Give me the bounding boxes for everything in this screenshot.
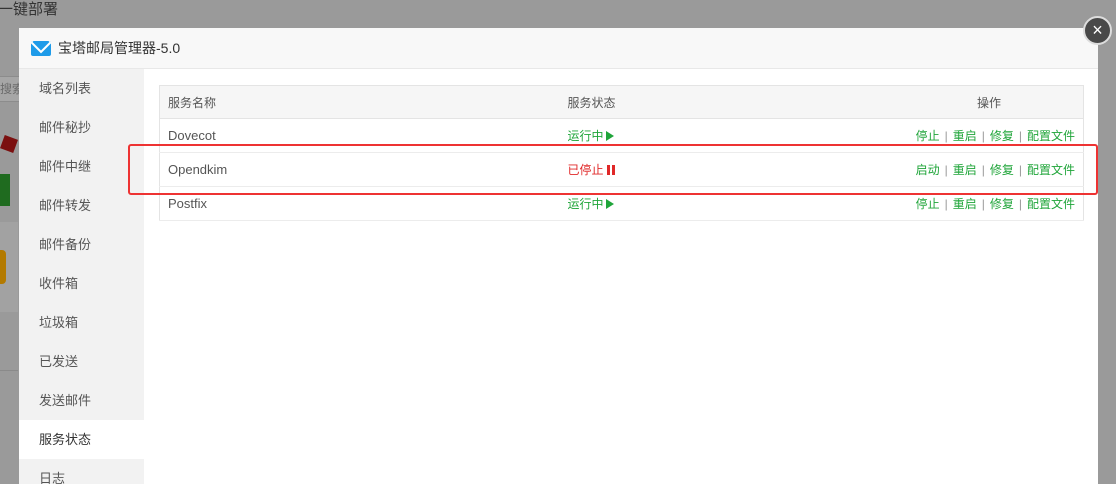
table-row: Dovecot 运行中 停止 | 重启 | 修复 | 配置文件 [159,118,1084,153]
restart-link[interactable]: 重启 [953,163,977,177]
table-row: Opendkim 已停止 启动 | 重启 | 修复 | 配置文件 [159,152,1084,187]
ops-cell: 启动 | 重启 | 修复 | 配置文件 [859,152,1084,187]
separator: | [1018,129,1022,143]
mail-icon [31,40,51,56]
cube-icon [0,135,18,153]
separator: | [1018,163,1022,177]
ops-cell: 停止 | 重启 | 修复 | 配置文件 [859,118,1084,153]
restart-link[interactable]: 重启 [953,197,977,211]
modal-title: 宝塔邮局管理器-5.0 [58,40,181,56]
restart-link[interactable]: 重启 [953,129,977,143]
sidebar-item-mail-forward[interactable]: 邮件转发 [19,186,144,225]
sidebar: 域名列表 邮件秘抄 邮件中继 邮件转发 邮件备份 收件箱 垃圾箱 已发送 发送邮… [19,69,144,484]
service-table: 服务名称 服务状态 操作 Dovecot 运行中 停止 | 重启 | 修复 | 配置文件 O… [159,85,1084,221]
start-link[interactable]: 启动 [916,163,940,177]
pause-icon [606,165,615,175]
separator: | [944,163,948,177]
close-icon[interactable]: × [1083,16,1112,45]
background-green-button [0,174,10,206]
background-divider [0,370,18,371]
service-status-cell: 运行中 [559,118,860,153]
status-stopped: 已停止 [567,163,604,177]
play-icon [605,131,614,141]
config-file-link[interactable]: 配置文件 [1027,197,1075,211]
status-running: 运行中 [567,129,604,143]
config-file-link[interactable]: 配置文件 [1027,163,1075,177]
sidebar-item-mail-backup[interactable]: 邮件备份 [19,225,144,264]
repair-link[interactable]: 修复 [990,129,1014,143]
sidebar-item-mail-bcc[interactable]: 邮件秘抄 [19,108,144,147]
background-title: 一键部署 [0,1,59,18]
service-name: Postfix [159,186,560,221]
sidebar-item-service-status[interactable]: 服务状态 [19,420,144,459]
stop-link[interactable]: 停止 [916,129,940,143]
repair-link[interactable]: 修复 [990,197,1014,211]
table-row: Postfix 运行中 停止 | 重启 | 修复 | 配置文件 [159,186,1084,221]
repair-link[interactable]: 修复 [990,163,1014,177]
column-header-name: 服务名称 [159,85,560,119]
table-header-row: 服务名称 服务状态 操作 [159,85,1084,119]
sidebar-item-logs[interactable]: 日志 [19,459,144,484]
separator: | [981,163,985,177]
separator: | [944,197,948,211]
service-status-cell: 运行中 [559,186,860,221]
sidebar-item-spam[interactable]: 垃圾箱 [19,303,144,342]
mail-manager-modal: 宝塔邮局管理器-5.0 域名列表 邮件秘抄 邮件中继 邮件转发 邮件备份 收件箱… [19,28,1098,484]
separator: | [1018,197,1022,211]
separator: | [981,129,985,143]
sidebar-item-inbox[interactable]: 收件箱 [19,264,144,303]
service-status-cell: 已停止 [559,152,860,187]
service-name: Opendkim [159,152,560,187]
service-name: Dovecot [159,118,560,153]
sidebar-item-send-mail[interactable]: 发送邮件 [19,381,144,420]
background-orange-button [0,250,6,284]
config-file-link[interactable]: 配置文件 [1027,129,1075,143]
sidebar-item-domain-list[interactable]: 域名列表 [19,69,144,108]
sidebar-item-sent[interactable]: 已发送 [19,342,144,381]
column-header-ops: 操作 [859,85,1084,119]
sidebar-item-mail-relay[interactable]: 邮件中继 [19,147,144,186]
ops-cell: 停止 | 重启 | 修复 | 配置文件 [859,186,1084,221]
separator: | [944,129,948,143]
column-header-status: 服务状态 [559,85,860,119]
play-icon [605,199,614,209]
modal-header: 宝塔邮局管理器-5.0 [19,28,1098,69]
stop-link[interactable]: 停止 [916,197,940,211]
status-running: 运行中 [567,197,604,211]
service-status-panel: 服务名称 服务状态 操作 Dovecot 运行中 停止 | 重启 | 修复 | 配置文件 O… [159,85,1084,221]
separator: | [981,197,985,211]
